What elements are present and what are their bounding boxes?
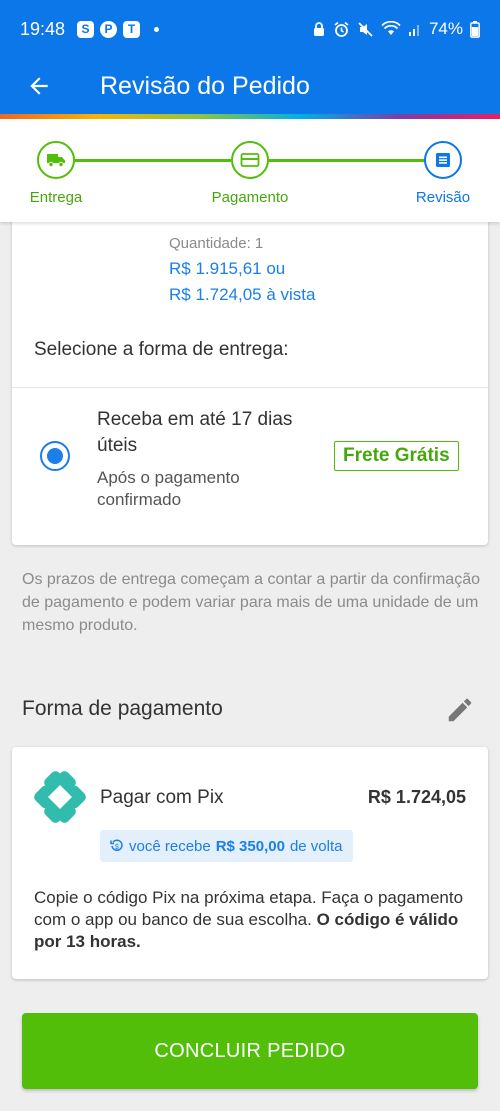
price-cash: R$ 1.724,05 à vista (169, 285, 316, 304)
divider (12, 387, 488, 388)
step-label: Pagamento (211, 189, 289, 206)
page-title: Revisão do Pedido (100, 71, 310, 100)
delivery-option-subtitle: Após o pagamento confirmado (97, 468, 240, 509)
payment-section-title: Forma de pagamento (22, 697, 223, 720)
step-circle (231, 141, 269, 179)
svg-text:$: $ (115, 844, 119, 851)
mute-icon (357, 21, 374, 38)
truck-icon (47, 154, 65, 168)
step-label: Entrega (29, 189, 83, 206)
back-button[interactable] (0, 58, 78, 114)
status-time: 19:48 (20, 18, 66, 39)
payment-card: Pagar com Pix R$ 1.724,05 $ você recebe … (12, 747, 488, 979)
more-notifications-dot-icon (154, 26, 160, 32)
step-circle (424, 141, 462, 179)
status-bar-right: 74% (312, 19, 480, 39)
order-card: Azul Marinho Quantidade: 1 R$ 1.915,61 o… (12, 195, 488, 545)
conclude-order-button[interactable]: CONCLUIR PEDIDO (22, 1013, 478, 1089)
arrow-left-icon (30, 77, 48, 95)
step-pagamento[interactable]: Pagamento (190, 141, 310, 206)
cashback-prefix: você recebe (129, 837, 211, 855)
price-installments: R$ 1.915,61 ou (169, 259, 286, 278)
wifi-icon (381, 21, 401, 37)
delivery-section-title: Selecione a forma de entrega: (34, 339, 289, 360)
delivery-option-radio[interactable] (40, 441, 70, 471)
step-label: Revisão (415, 189, 471, 206)
step-circle (37, 141, 75, 179)
battery-icon (470, 20, 480, 38)
cashback-value: R$ 350,00 (215, 837, 285, 855)
signal-icon (408, 22, 422, 37)
pencil-icon (448, 698, 472, 722)
receipt-icon (436, 153, 450, 167)
lock-icon (312, 21, 326, 37)
app-notification-icon: S (77, 20, 95, 38)
cashback-badge: $ você recebe R$ 350,00 de volta (100, 830, 353, 862)
battery-percent: 74% (428, 19, 463, 38)
delivery-option-title: Receba em até 17 dias úteis (97, 409, 293, 456)
payment-amount: R$ 1.724,05 (367, 787, 466, 807)
edit-payment-button[interactable] (445, 695, 475, 725)
card-icon (240, 153, 260, 167)
cashback-suffix: de volta (289, 837, 343, 855)
status-bar-left: 19:48 S P T (20, 18, 160, 40)
cashback-icon: $ (110, 839, 123, 852)
pix-logo-icon (34, 771, 86, 823)
status-bar: 19:48 S P T 74% (0, 0, 500, 58)
alarm-icon (333, 21, 350, 38)
step-revisao[interactable]: Revisão (383, 141, 500, 206)
pix-instructions: Copie o código Pix na próxima etapa. Faç… (34, 887, 474, 953)
radio-selected-dot (47, 448, 63, 464)
delivery-note: Os prazos de entrega começam a contar a … (22, 571, 480, 634)
step-entrega[interactable]: Entrega (0, 141, 116, 206)
app-notification-icon: T (123, 20, 141, 38)
payment-method-label: Pagar com Pix (100, 787, 224, 808)
free-shipping-badge: Frete Grátis (334, 441, 459, 471)
checkout-stepper: Entrega Pagamento Revisão (0, 119, 500, 222)
app-bar: Revisão do Pedido (0, 58, 500, 114)
app-notification-icon: P (100, 20, 118, 38)
product-quantity: Quantidade: 1 (169, 235, 264, 252)
